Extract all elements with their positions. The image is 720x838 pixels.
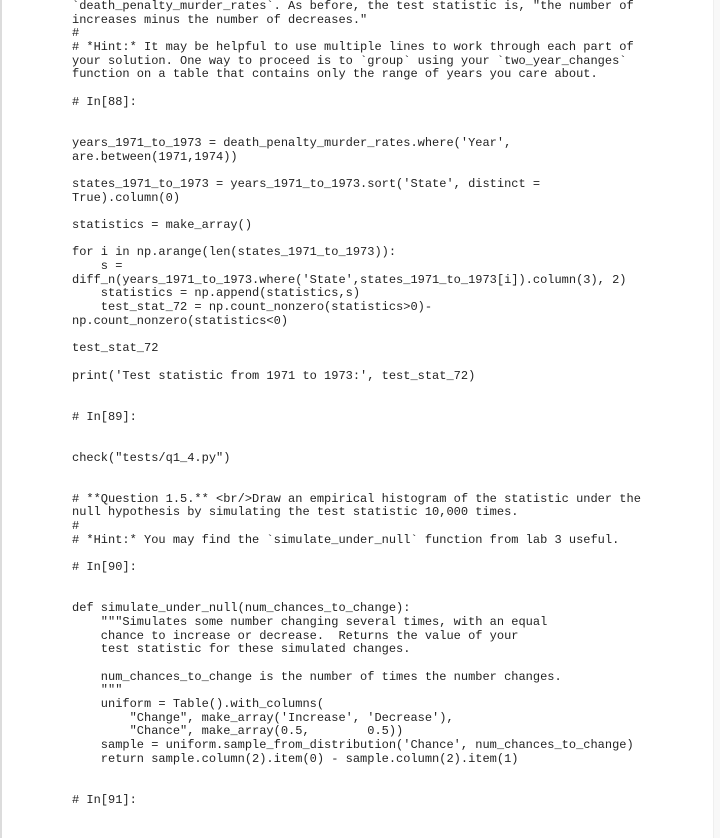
cell-marker-line: # In[88]:: [72, 94, 137, 109]
code-line: "Chance", make_array(0.5, 0.5)): [72, 724, 404, 739]
code-line: s =: [72, 259, 123, 274]
python-script-text: `death_penalty_murder_rates`. As before,…: [72, 0, 641, 808]
code-line: sample = uniform.sample_from_distributio…: [72, 738, 634, 753]
comment-line: # *Hint:* You may find the `simulate_und…: [72, 532, 620, 547]
page-right-edge: [714, 0, 720, 838]
code-line: test statistic for these simulated chang…: [72, 642, 411, 657]
cell-marker-line: # In[89]:: [72, 409, 137, 424]
code-line: are.between(1971,1974)): [72, 149, 238, 164]
code-line: function on a table that contains only t…: [72, 67, 598, 82]
code-line: diff_n(years_1971_to_1973.where('State',…: [72, 272, 627, 287]
code-line: states_1971_to_1973 = years_1971_to_1973…: [72, 176, 541, 191]
code-line: check("tests/q1_4.py"): [72, 450, 231, 465]
code-line: return sample.column(2).item(0) - sample…: [72, 751, 519, 766]
document-page: `death_penalty_murder_rates`. As before,…: [0, 0, 714, 838]
code-line: uniform = Table().with_columns(: [72, 697, 325, 712]
code-line: True).column(0): [72, 190, 181, 205]
code-line: increases minus the number of decreases.…: [72, 12, 368, 27]
code-line: print('Test statistic from 1971 to 1973:…: [72, 368, 476, 383]
code-line: test_stat_72: [72, 341, 159, 356]
code-line: years_1971_to_1973 = death_penalty_murde…: [72, 135, 512, 150]
code-line: """: [72, 683, 123, 698]
code-line: np.count_nonzero(statistics<0): [72, 313, 289, 328]
code-line: for i in np.arange(len(states_1971_to_19…: [72, 245, 397, 260]
code-line: """Simulates some number changing severa…: [72, 614, 548, 629]
cell-marker-line: # In[91]:: [72, 792, 137, 807]
code-line: `death_penalty_murder_rates`. As before,…: [72, 0, 634, 13]
code-line: statistics = make_array(): [72, 218, 253, 232]
code-line: statistics = np.append(statistics,s): [72, 286, 361, 301]
code-line: test_stat_72 = np.count_nonzero(statisti…: [72, 300, 433, 315]
code-line: num_chances_to_change is the number of t…: [72, 669, 562, 684]
comment-line: #: [72, 519, 80, 534]
comment-line: #: [72, 26, 80, 41]
code-line: def simulate_under_null(num_chances_to_c…: [72, 601, 411, 616]
comment-line: # **Question 1.5.** <br/>Draw an empiric…: [72, 491, 641, 506]
cell-marker-line: # In[90]:: [72, 560, 137, 575]
code-line: chance to increase or decrease. Returns …: [72, 628, 519, 643]
code-line: your solution. One way to proceed is to …: [72, 53, 627, 68]
code-line: "Change", make_array('Increase', 'Decrea…: [72, 710, 454, 725]
code-line: null hypothesis by simulating the test s…: [72, 505, 519, 520]
comment-line: # *Hint:* It may be helpful to use multi…: [72, 40, 634, 55]
